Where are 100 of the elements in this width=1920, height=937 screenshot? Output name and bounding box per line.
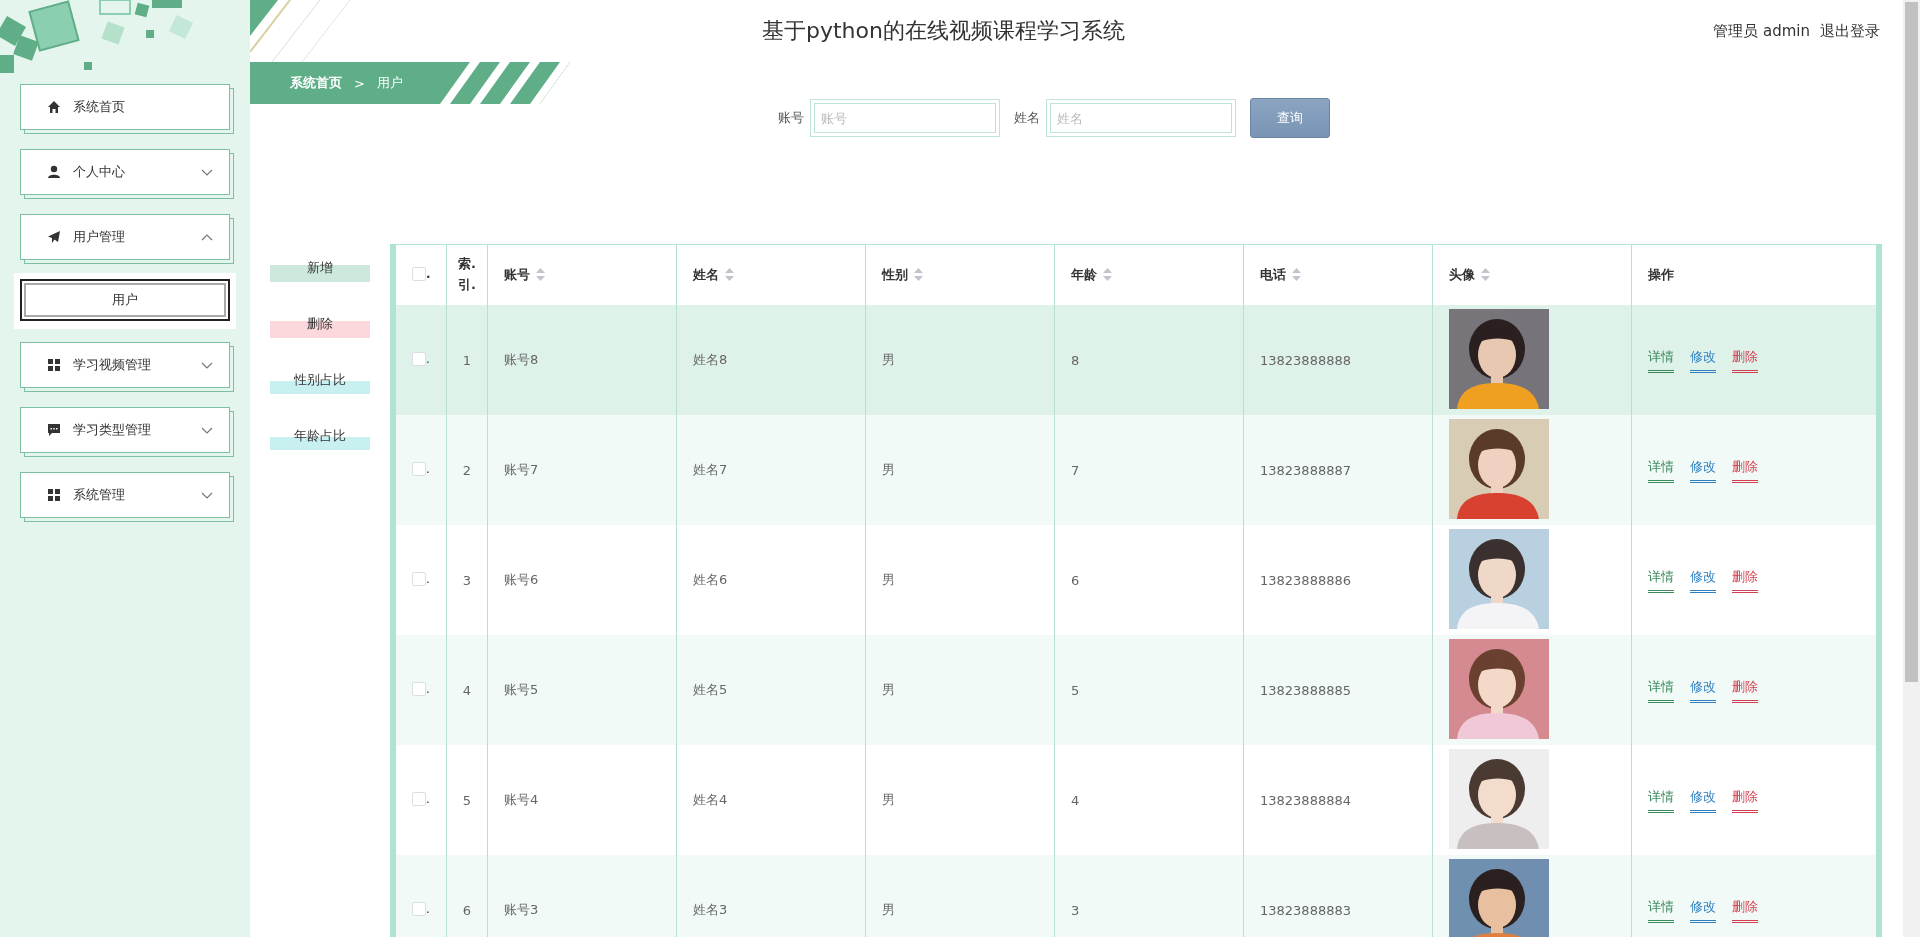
- column-header: 索.引.: [457, 255, 477, 294]
- column-header[interactable]: 账号: [504, 264, 530, 286]
- table-cell: 账号3: [504, 902, 539, 917]
- paper-plane-icon: [47, 230, 61, 244]
- checkbox[interactable]: [412, 351, 426, 366]
- table-cell: 13823888884: [1260, 792, 1351, 808]
- table-cell: 3: [1071, 902, 1080, 918]
- edit-link[interactable]: 修改: [1690, 347, 1716, 373]
- delete-link[interactable]: 删除: [1732, 897, 1758, 923]
- checkbox[interactable]: [412, 266, 426, 281]
- column-header: 操作: [1648, 265, 1674, 284]
- table-cell: 4: [1071, 792, 1080, 808]
- sort-icon[interactable]: [1103, 268, 1112, 282]
- scrollbar[interactable]: [1903, 0, 1920, 937]
- breadcrumb-item[interactable]: 系统首页: [290, 74, 342, 92]
- checkbox-label: .: [426, 791, 430, 806]
- table-cell: 男: [882, 462, 895, 477]
- table-cell: 2: [462, 462, 472, 478]
- table-cell: 账号5: [504, 682, 539, 697]
- table-cell: 姓名8: [693, 352, 728, 367]
- column-header[interactable]: 性别: [882, 264, 908, 286]
- column-header[interactable]: 年龄: [1071, 264, 1097, 286]
- detail-link[interactable]: 详情: [1648, 567, 1674, 593]
- field-label: 姓名: [1014, 109, 1040, 127]
- sort-icon[interactable]: [725, 268, 734, 282]
- sort-icon[interactable]: [1292, 268, 1301, 282]
- table-cell: 7: [1071, 462, 1080, 478]
- table-cell: 5: [1071, 682, 1080, 698]
- edit-link[interactable]: 修改: [1690, 787, 1716, 813]
- breadcrumb-separator: >: [354, 75, 365, 91]
- sort-icon[interactable]: [536, 268, 545, 282]
- checkbox[interactable]: [412, 461, 426, 476]
- table-cell: 姓名7: [693, 462, 728, 477]
- search-button[interactable]: 查询: [1250, 98, 1330, 138]
- table-cell: 账号7: [504, 462, 539, 477]
- delete-link[interactable]: 删除: [1732, 347, 1758, 373]
- sort-icon[interactable]: [914, 268, 923, 282]
- search-field[interactable]: 姓名: [1046, 99, 1236, 137]
- table-cell: 13823888887: [1260, 462, 1351, 478]
- table-cell: 5: [462, 792, 472, 808]
- table-cell: 13823888883: [1260, 902, 1351, 918]
- table-cell: 账号6: [504, 572, 539, 587]
- detail-link[interactable]: 详情: [1648, 677, 1674, 703]
- table-cell: 账号8: [504, 352, 539, 367]
- table-cell: 13823888886: [1260, 572, 1351, 588]
- delete-link[interactable]: 删除: [1732, 677, 1758, 703]
- table-cell: 13823888888: [1260, 352, 1351, 368]
- table-cell: 13823888885: [1260, 682, 1351, 698]
- detail-link[interactable]: 详情: [1648, 897, 1674, 923]
- field-label: 账号: [778, 109, 804, 127]
- user-icon: [47, 165, 61, 179]
- table-cell: 3: [462, 572, 472, 588]
- table-cell: 姓名3: [693, 902, 728, 917]
- table-cell: 姓名5: [693, 682, 728, 697]
- detail-link[interactable]: 详情: [1648, 347, 1674, 373]
- checkbox-label: .: [426, 266, 431, 281]
- user-label: 管理员 admin: [1713, 21, 1810, 41]
- home-icon: [47, 100, 61, 114]
- table-cell: 姓名6: [693, 572, 728, 587]
- edit-link[interactable]: 修改: [1690, 457, 1716, 483]
- column-header[interactable]: 电话: [1260, 264, 1286, 286]
- grid-icon: [47, 488, 61, 502]
- edit-link[interactable]: 修改: [1690, 677, 1716, 703]
- delete-link[interactable]: 删除: [1732, 567, 1758, 593]
- table-cell: 6: [1071, 572, 1080, 588]
- checkbox[interactable]: [412, 681, 426, 696]
- grid-icon: [47, 358, 61, 372]
- checkbox[interactable]: [412, 571, 426, 586]
- checkbox-label: .: [426, 901, 430, 916]
- table-cell: 男: [882, 572, 895, 587]
- table-cell: 姓名4: [693, 792, 728, 807]
- delete-link[interactable]: 删除: [1732, 457, 1758, 483]
- submenu-item[interactable]: 用户: [20, 279, 230, 321]
- scrollbar-thumb[interactable]: [1905, 2, 1918, 682]
- table-cell: 男: [882, 902, 895, 917]
- edit-link[interactable]: 修改: [1690, 567, 1716, 593]
- chat-icon: [47, 423, 61, 437]
- column-header[interactable]: 头像: [1449, 264, 1475, 286]
- checkbox[interactable]: [412, 791, 426, 806]
- search-field[interactable]: 账号: [810, 99, 1000, 137]
- breadcrumb-item: 用户: [376, 74, 403, 92]
- table-cell: 男: [882, 682, 895, 697]
- table-cell: 1: [462, 352, 472, 368]
- detail-link[interactable]: 详情: [1648, 787, 1674, 813]
- checkbox-label: .: [426, 571, 430, 586]
- checkbox-label: .: [426, 351, 430, 366]
- checkbox-label: .: [426, 461, 430, 476]
- sort-icon[interactable]: [1481, 268, 1490, 282]
- page-title: 基于python的在线视频课程学习系统: [762, 17, 1126, 45]
- table-cell: 6: [462, 902, 472, 918]
- checkbox-label: .: [426, 681, 430, 696]
- edit-link[interactable]: 修改: [1690, 897, 1716, 923]
- detail-link[interactable]: 详情: [1648, 457, 1674, 483]
- delete-link[interactable]: 删除: [1732, 787, 1758, 813]
- table-cell: 男: [882, 792, 895, 807]
- checkbox[interactable]: [412, 901, 426, 916]
- column-header[interactable]: 姓名: [693, 264, 719, 286]
- logout-link[interactable]: 退出登录: [1820, 21, 1880, 41]
- table-cell: 4: [462, 682, 472, 698]
- table-cell: 男: [882, 352, 895, 367]
